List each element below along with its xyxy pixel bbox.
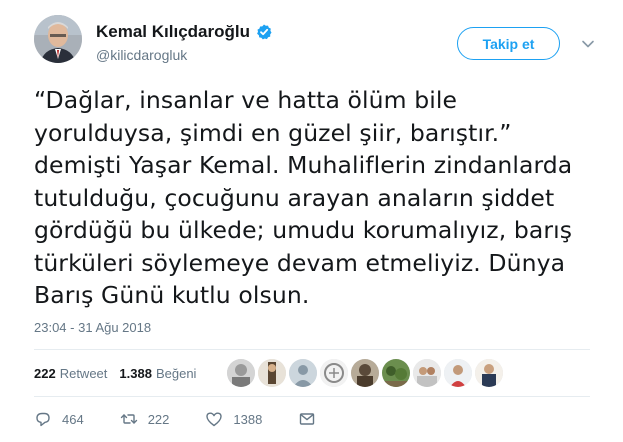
- chevron-down-icon[interactable]: [581, 37, 595, 51]
- tweet-text-line: türküleri söylemeye devam etmeliyiz. Dün…: [34, 248, 566, 277]
- liker-avatar[interactable]: [351, 359, 379, 387]
- liker-avatar[interactable]: [475, 359, 503, 387]
- retweet-stat-label: Retweet: [59, 366, 108, 381]
- reply-icon: [36, 412, 50, 427]
- tweet-text-line: Barış Günü kutlu olsun.: [34, 281, 310, 309]
- tweet-card: Kemal Kılıçdaroğlu @kilicdarogluk Takip …: [0, 0, 623, 442]
- liker-avatar[interactable]: [382, 359, 410, 387]
- tweet-text-line: tutulduğu, çocuğunu arayan anaların şidd…: [34, 183, 555, 212]
- envelope-icon: [300, 413, 315, 425]
- liker-avatar[interactable]: [413, 359, 441, 387]
- liker-avatar[interactable]: [258, 359, 286, 387]
- divider: [34, 349, 590, 350]
- reply-count: 464: [62, 411, 84, 427]
- divider: [34, 396, 590, 397]
- liker-avatar[interactable]: [227, 359, 255, 387]
- author-name-text[interactable]: Kemal Kılıçdaroğlu: [96, 22, 250, 42]
- follow-button[interactable]: Takip et: [457, 27, 560, 60]
- tweet-text: “Dağlar, insanlar ve hatta ölüm bile yor…: [34, 84, 604, 312]
- like-count: 1388: [233, 411, 263, 427]
- tweet-text-line: gördüğü bu ülkede; umudu korumalıyız, ba…: [34, 216, 573, 244]
- retweet-button[interactable]: 222: [120, 410, 170, 428]
- retweet-stat[interactable]: 222 Retweet: [34, 366, 107, 381]
- like-button[interactable]: 1388: [205, 410, 262, 428]
- like-stat[interactable]: 1.388 Beğeni: [119, 366, 196, 381]
- retweet-stat-count: 222: [34, 366, 56, 381]
- liker-avatar[interactable]: [444, 359, 472, 387]
- retweet-count: 222: [147, 411, 170, 427]
- liker-avatar[interactable]: [320, 359, 348, 387]
- liker-avatar[interactable]: [289, 359, 317, 387]
- reply-button[interactable]: 464: [34, 410, 84, 428]
- tweet-timestamp[interactable]: 23:04 - 31 Ağu 2018: [34, 320, 151, 335]
- like-stat-count: 1.388: [119, 366, 152, 381]
- retweet-icon: [120, 414, 137, 424]
- liker-avatars: [227, 359, 504, 387]
- verified-badge-icon: [256, 24, 272, 40]
- tweet-actions: 464 222 1388: [34, 410, 326, 428]
- tweet-text-line: demişti Yaşar Kemal. Muhaliflerin zindan…: [34, 151, 573, 179]
- like-stat-label: Beğeni: [155, 366, 197, 381]
- engagement-stats: 222 Retweet 1.388 Beğeni: [34, 366, 208, 381]
- author-name[interactable]: Kemal Kılıçdaroğlu: [96, 22, 272, 42]
- tweet-text-line: “Dağlar, insanlar ve hatta ölüm bile: [34, 86, 458, 114]
- author-handle[interactable]: @kilicdarogluk: [96, 47, 187, 63]
- tweet-text-line: yorulduysa, şimdi en güzel şiir, barıştı…: [34, 118, 512, 147]
- heart-icon: [206, 412, 223, 427]
- author-avatar[interactable]: [34, 15, 82, 63]
- direct-message-button[interactable]: [298, 410, 326, 428]
